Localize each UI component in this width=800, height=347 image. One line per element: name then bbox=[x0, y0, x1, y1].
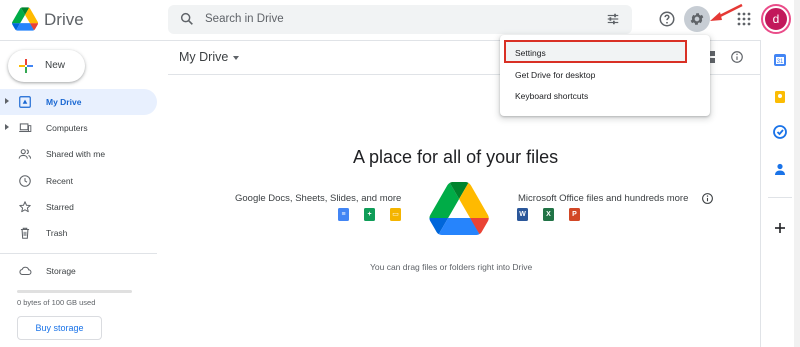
plus-icon bbox=[19, 59, 33, 73]
drag-drop-hint: You can drag files or folders right into… bbox=[370, 262, 533, 272]
menu-item-keyboard-shortcuts[interactable]: Keyboard shortcuts bbox=[515, 91, 588, 101]
chevron-down-icon[interactable] bbox=[233, 56, 239, 60]
tasks-icon[interactable] bbox=[773, 125, 787, 139]
word-icon: W bbox=[517, 208, 528, 221]
sidebar-item-shared-with-me[interactable]: Shared with me bbox=[0, 141, 157, 167]
new-button[interactable]: New bbox=[8, 50, 85, 82]
contacts-icon[interactable] bbox=[773, 162, 787, 176]
add-addon-icon[interactable] bbox=[773, 221, 787, 235]
sidebar-item-label: Recent bbox=[46, 176, 73, 186]
apps-grid-icon[interactable] bbox=[737, 12, 751, 26]
app-title: Drive bbox=[44, 10, 84, 29]
menu-item-settings[interactable]: Settings bbox=[515, 48, 546, 58]
cloud-icon bbox=[19, 266, 32, 276]
drive-illustration-icon bbox=[429, 182, 489, 235]
slides-icon: ▭ bbox=[390, 208, 401, 221]
svg-text:31: 31 bbox=[777, 59, 784, 65]
settings-menu: Settings Get Drive for desktop Keyboard … bbox=[500, 35, 710, 116]
search-input[interactable]: Search in Drive bbox=[205, 13, 284, 25]
people-icon bbox=[18, 149, 32, 159]
side-panel-separator bbox=[768, 197, 792, 198]
expand-caret-icon[interactable] bbox=[5, 124, 9, 130]
sidebar-item-label: Starred bbox=[46, 202, 74, 212]
new-button-label: New bbox=[45, 60, 66, 71]
page-title[interactable]: My Drive bbox=[179, 50, 228, 64]
sidebar-item-computers[interactable]: Computers bbox=[0, 115, 157, 141]
clock-icon bbox=[19, 175, 31, 187]
sidebar-item-label: Shared with me bbox=[46, 149, 106, 159]
help-icon[interactable] bbox=[658, 10, 676, 28]
sidebar-item-label: Computers bbox=[46, 123, 88, 133]
excel-icon: X bbox=[543, 208, 554, 221]
storage-usage-text: 0 bytes of 100 GB used bbox=[17, 298, 96, 307]
sidebar-item-storage[interactable]: Storage bbox=[0, 258, 157, 284]
menu-item-get-drive-for-desktop[interactable]: Get Drive for desktop bbox=[515, 70, 595, 80]
sidebar-item-label: Trash bbox=[46, 228, 68, 238]
expand-caret-icon[interactable] bbox=[5, 98, 9, 104]
keep-icon[interactable] bbox=[773, 90, 787, 104]
sheets-icon: + bbox=[364, 208, 375, 221]
sidebar-item-label: Storage bbox=[46, 266, 76, 276]
office-files-caption: Microsoft Office files and hundreds more bbox=[518, 193, 689, 204]
powerpoint-icon: P bbox=[569, 208, 580, 221]
drive-logo-icon[interactable] bbox=[12, 7, 38, 31]
sidebar-divider bbox=[0, 253, 157, 254]
empty-state-headline: A place for all of your files bbox=[353, 147, 559, 167]
side-panel-divider bbox=[760, 40, 761, 347]
storage-progress-bar bbox=[17, 290, 132, 293]
calendar-icon[interactable]: 31 bbox=[773, 53, 787, 67]
star-icon bbox=[19, 201, 31, 213]
sidebar-item-trash[interactable]: Trash bbox=[0, 220, 157, 246]
google-files-caption: Google Docs, Sheets, Slides, and more bbox=[235, 193, 402, 204]
search-options-icon[interactable] bbox=[606, 12, 620, 26]
sidebar-item-label: My Drive bbox=[46, 97, 82, 107]
sidebar-item-recent[interactable]: Recent bbox=[0, 168, 157, 194]
search-bar[interactable]: Search in Drive bbox=[168, 5, 632, 34]
sidebar-item-starred[interactable]: Starred bbox=[0, 194, 157, 220]
info-icon[interactable] bbox=[701, 192, 714, 205]
gear-icon bbox=[690, 13, 704, 25]
my-drive-icon bbox=[19, 96, 31, 108]
search-icon[interactable] bbox=[179, 11, 195, 27]
buy-storage-button[interactable]: Buy storage bbox=[17, 316, 102, 340]
scrollbar[interactable] bbox=[794, 0, 800, 347]
info-icon[interactable] bbox=[730, 50, 744, 64]
trash-icon bbox=[20, 227, 30, 239]
avatar[interactable]: d bbox=[763, 6, 789, 32]
sidebar-item-my-drive[interactable]: My Drive bbox=[0, 89, 157, 115]
computer-icon bbox=[19, 123, 32, 133]
docs-icon: ≡ bbox=[338, 208, 349, 221]
